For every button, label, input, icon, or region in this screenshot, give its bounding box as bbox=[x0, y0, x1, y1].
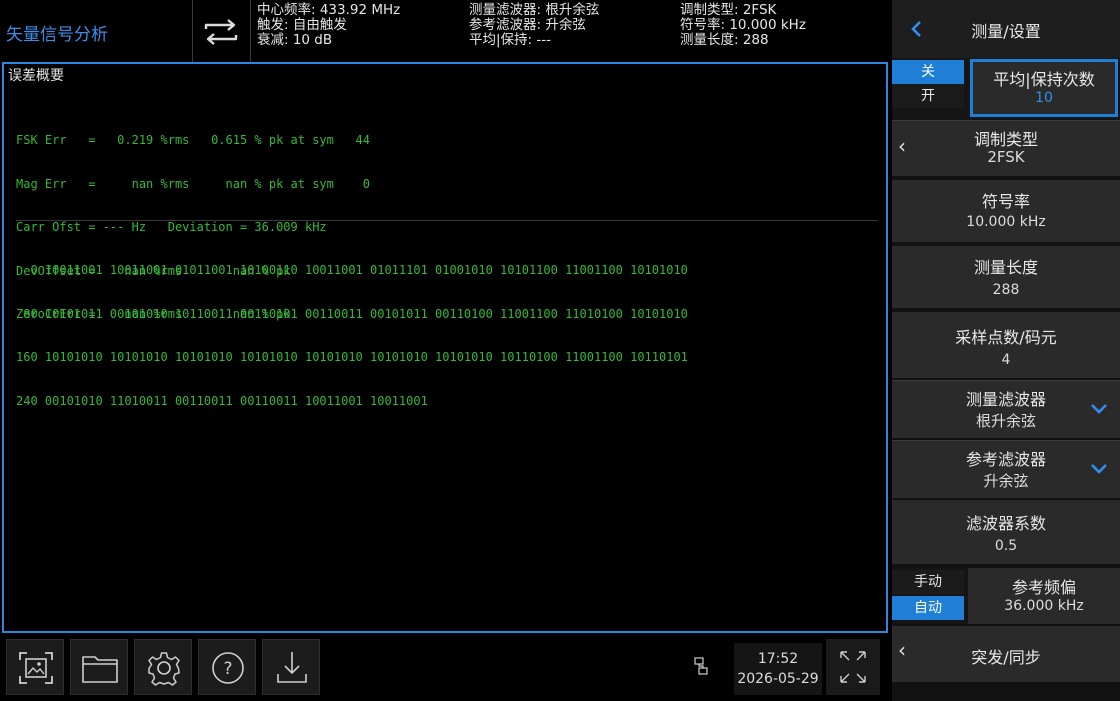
ref-dev-auto[interactable]: 自动 bbox=[892, 596, 964, 620]
ref-filter-label: 参考滤波器 bbox=[965, 450, 1046, 469]
screenshot-icon bbox=[19, 652, 53, 684]
menu-title: 测量/设置 bbox=[971, 22, 1041, 41]
ref-filter-status: 参考滤波器: 升余弦 bbox=[469, 17, 586, 33]
divider bbox=[892, 440, 1120, 441]
expand-arrows-icon bbox=[840, 651, 866, 683]
avg-count-value: 10 bbox=[1035, 90, 1053, 106]
burst-sync-softkey[interactable]: ‹ 突发/同步 bbox=[892, 626, 1120, 682]
bottom-toolbar: ? 17:52 2026-05-29 bbox=[0, 635, 892, 701]
burst-sync-label: 突发/同步 bbox=[971, 648, 1041, 667]
fullscreen-button[interactable] bbox=[826, 639, 880, 695]
ref-filter-softkey[interactable]: 参考滤波器 升余弦 bbox=[892, 440, 1120, 498]
error-summary-pane[interactable]: 误差概要 FSK Err = 0.219 %rms 0.615 % pk at … bbox=[2, 62, 888, 633]
symbol-rate-softkey[interactable]: 符号率 10.000 kHz bbox=[892, 180, 1120, 242]
avg-hold-softkey[interactable]: 关 开 平均|保持次数 10 bbox=[892, 58, 1120, 120]
symbol-rate-value: 10.000 kHz bbox=[966, 214, 1046, 230]
ref-deviation-value: 36.000 kHz bbox=[1004, 598, 1084, 614]
error-line: Carr Ofst = --- Hz Deviation = 36.009 kH… bbox=[16, 220, 327, 234]
system-clock: 17:52 2026-05-29 bbox=[734, 643, 822, 695]
trigger-mode: 触发: 自由触发 bbox=[257, 17, 347, 33]
avg-count-field[interactable]: 平均|保持次数 10 bbox=[970, 59, 1118, 117]
samples-per-symbol-softkey[interactable]: 采样点数/码元 4 bbox=[892, 312, 1120, 378]
header-freq-group[interactable]: 中心频率: 433.92 MHz 触发: 自由触发 衰减: 10 dB bbox=[257, 3, 400, 48]
bits-row: 160 10101010 10101010 10101010 10101010 … bbox=[16, 350, 688, 364]
chevron-down-icon bbox=[1091, 404, 1107, 414]
clock-time: 17:52 bbox=[757, 651, 799, 667]
avg-count-label: 平均|保持次数 bbox=[993, 70, 1095, 89]
attenuation: 衰减: 10 dB bbox=[257, 32, 333, 48]
swap-arrows-button[interactable] bbox=[198, 12, 244, 52]
mod-type-value: 2FSK bbox=[987, 148, 1025, 166]
header-filter-group[interactable]: 测量滤波器: 根升余弦 参考滤波器: 升余弦 平均|保持: --- bbox=[469, 3, 599, 48]
header-divider bbox=[250, 0, 251, 62]
meas-filter-value: 根升余弦 bbox=[975, 412, 1036, 430]
bits-row: 240 00101010 11010011 00110011 00110011 … bbox=[16, 393, 428, 408]
ref-deviation-field[interactable]: 参考频偏 36.000 kHz bbox=[968, 568, 1120, 624]
sps-value: 4 bbox=[1001, 352, 1011, 368]
app-title: 矢量信号分析 bbox=[6, 25, 108, 45]
error-line: FSK Err = 0.219 %rms 0.615 % pk at sym 4… bbox=[16, 133, 371, 147]
header-mod-group[interactable]: 调制类型: 2FSK 符号率: 10.000 kHz 测量长度: 288 bbox=[680, 3, 806, 48]
meas-length-status: 测量长度: 288 bbox=[680, 32, 769, 48]
symbol-bits-table: 0 10011001 10011001 01011001 10100110 10… bbox=[16, 234, 688, 437]
swap-arrows-icon bbox=[204, 19, 238, 45]
mod-type-label: 调制类型 bbox=[973, 130, 1038, 149]
meas-length-softkey[interactable]: 测量长度 288 bbox=[892, 246, 1120, 308]
chevron-down-icon bbox=[1091, 464, 1107, 474]
download-icon bbox=[277, 652, 307, 683]
divider bbox=[892, 120, 1120, 121]
menu-back-button[interactable]: 测量/设置 bbox=[892, 0, 1120, 58]
mod-type-status: 调制类型: 2FSK bbox=[680, 2, 777, 18]
ref-deviation-softkey[interactable]: 手动 自动 参考频偏 36.000 kHz bbox=[892, 568, 1120, 624]
header-divider bbox=[192, 0, 193, 62]
top-header: 矢量信号分析 中心频率: 433.92 MHz 触发: 自由触发 衰减: 10 … bbox=[0, 0, 892, 62]
divider bbox=[892, 380, 1120, 381]
meas-filter-status: 测量滤波器: 根升余弦 bbox=[469, 2, 600, 18]
avg-toggle-off[interactable]: 关 bbox=[892, 60, 964, 84]
mod-type-softkey[interactable]: ‹ 调制类型 2FSK bbox=[892, 120, 1120, 176]
file-browser-button[interactable] bbox=[70, 639, 128, 695]
ref-dev-manual[interactable]: 手动 bbox=[892, 570, 964, 594]
meas-length-value: 288 bbox=[992, 282, 1020, 298]
ref-deviation-label: 参考频偏 bbox=[1011, 578, 1076, 597]
softkey-panel: 测量/设置 关 开 平均|保持次数 10 ‹ 调制类型 2FSK 符号率 10.… bbox=[892, 0, 1120, 701]
filter-coef-label: 滤波器系数 bbox=[965, 514, 1046, 533]
symbol-rate-status: 符号率: 10.000 kHz bbox=[680, 17, 806, 33]
bits-row: 0 10011001 10011001 01011001 10100110 10… bbox=[16, 263, 688, 277]
symbol-rate-label: 符号率 bbox=[981, 192, 1030, 211]
gear-icon bbox=[148, 652, 180, 686]
folder-icon bbox=[82, 656, 118, 683]
ref-filter-value: 升余弦 bbox=[983, 472, 1029, 490]
svg-text:?: ? bbox=[223, 659, 232, 679]
filter-coef-softkey[interactable]: 滤波器系数 0.5 bbox=[892, 500, 1120, 564]
pane-title: 误差概要 bbox=[8, 68, 64, 84]
divider bbox=[16, 220, 878, 221]
sps-label: 采样点数/码元 bbox=[955, 328, 1057, 347]
error-line: Mag Err = nan %rms nan % pk at sym 0 bbox=[16, 176, 371, 191]
bits-row: 80 10101011 00101010 10110011 00110101 0… bbox=[16, 306, 688, 321]
meas-filter-label: 测量滤波器 bbox=[965, 390, 1046, 409]
avg-toggle-on[interactable]: 开 bbox=[892, 84, 964, 108]
filter-coef-value: 0.5 bbox=[994, 538, 1018, 554]
clock-date: 2026-05-29 bbox=[737, 671, 819, 687]
center-frequency: 中心频率: 433.92 MHz bbox=[257, 2, 401, 18]
meas-filter-softkey[interactable]: 测量滤波器 根升余弦 bbox=[892, 380, 1120, 438]
screenshot-button[interactable] bbox=[6, 639, 64, 695]
settings-button[interactable] bbox=[134, 639, 192, 695]
network-icon bbox=[694, 657, 708, 675]
help-icon: ? bbox=[212, 652, 244, 684]
help-button[interactable]: ? bbox=[198, 639, 256, 695]
save-download-button[interactable] bbox=[262, 639, 320, 695]
avg-hold-status: 平均|保持: --- bbox=[469, 32, 552, 48]
meas-length-label: 测量长度 bbox=[973, 258, 1038, 277]
